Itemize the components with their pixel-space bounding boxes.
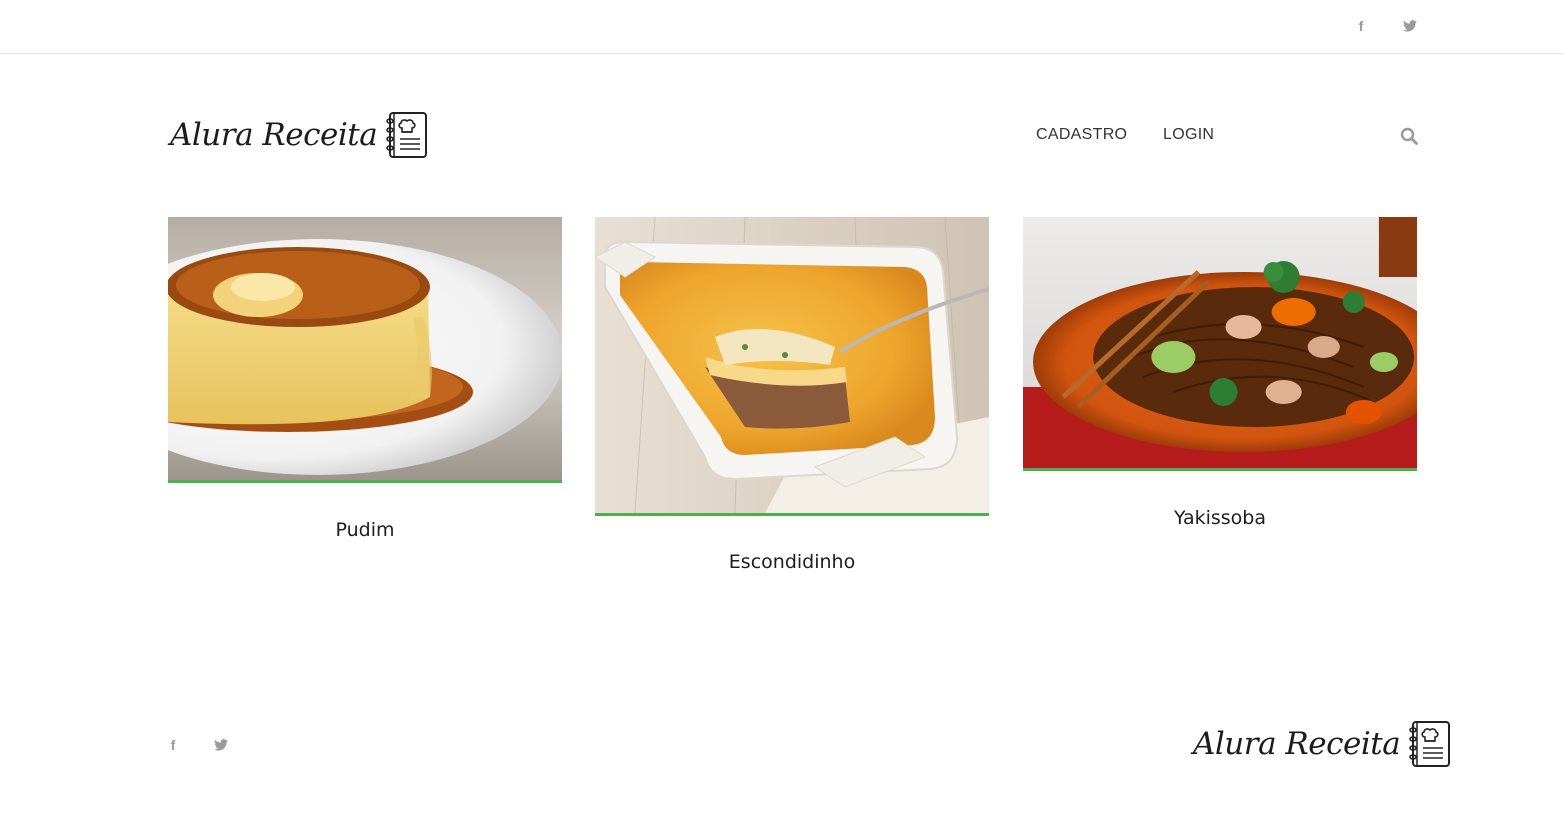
twitter-icon[interactable] [1400,16,1420,36]
brand-name: Alura Receita [170,117,378,153]
recipe-card-yakissoba[interactable]: Yakissoba [1023,217,1417,529]
footer-brand-logo[interactable]: Alura Receita [1193,718,1452,770]
recipe-book-icon [386,112,428,158]
search-icon[interactable] [1400,127,1418,145]
recipe-card-pudim[interactable]: Pudim [168,217,562,541]
footer-brand-name: Alura Receita [1193,726,1401,762]
facebook-icon[interactable]: f [1351,16,1371,36]
recipe-title-escondidinho[interactable]: Escondidinho [595,551,989,573]
pudim-photo [168,217,562,483]
recipe-title-yakissoba[interactable]: Yakissoba [1023,507,1417,529]
nav-cadastro[interactable]: CADASTRO [1036,126,1127,148]
twitter-icon[interactable] [211,735,231,755]
recipe-title-pudim[interactable]: Pudim [168,519,562,541]
facebook-icon[interactable]: f [163,735,183,755]
yakissoba-photo [1023,217,1417,471]
recipe-card-escondidinho[interactable]: Escondidinho [595,217,989,573]
top-bar: f [0,0,1564,54]
brand-logo[interactable]: Alura Receita [170,110,429,160]
nav-login[interactable]: LOGIN [1163,126,1214,148]
escondidinho-photo [595,217,989,516]
recipe-book-icon [1409,721,1451,767]
